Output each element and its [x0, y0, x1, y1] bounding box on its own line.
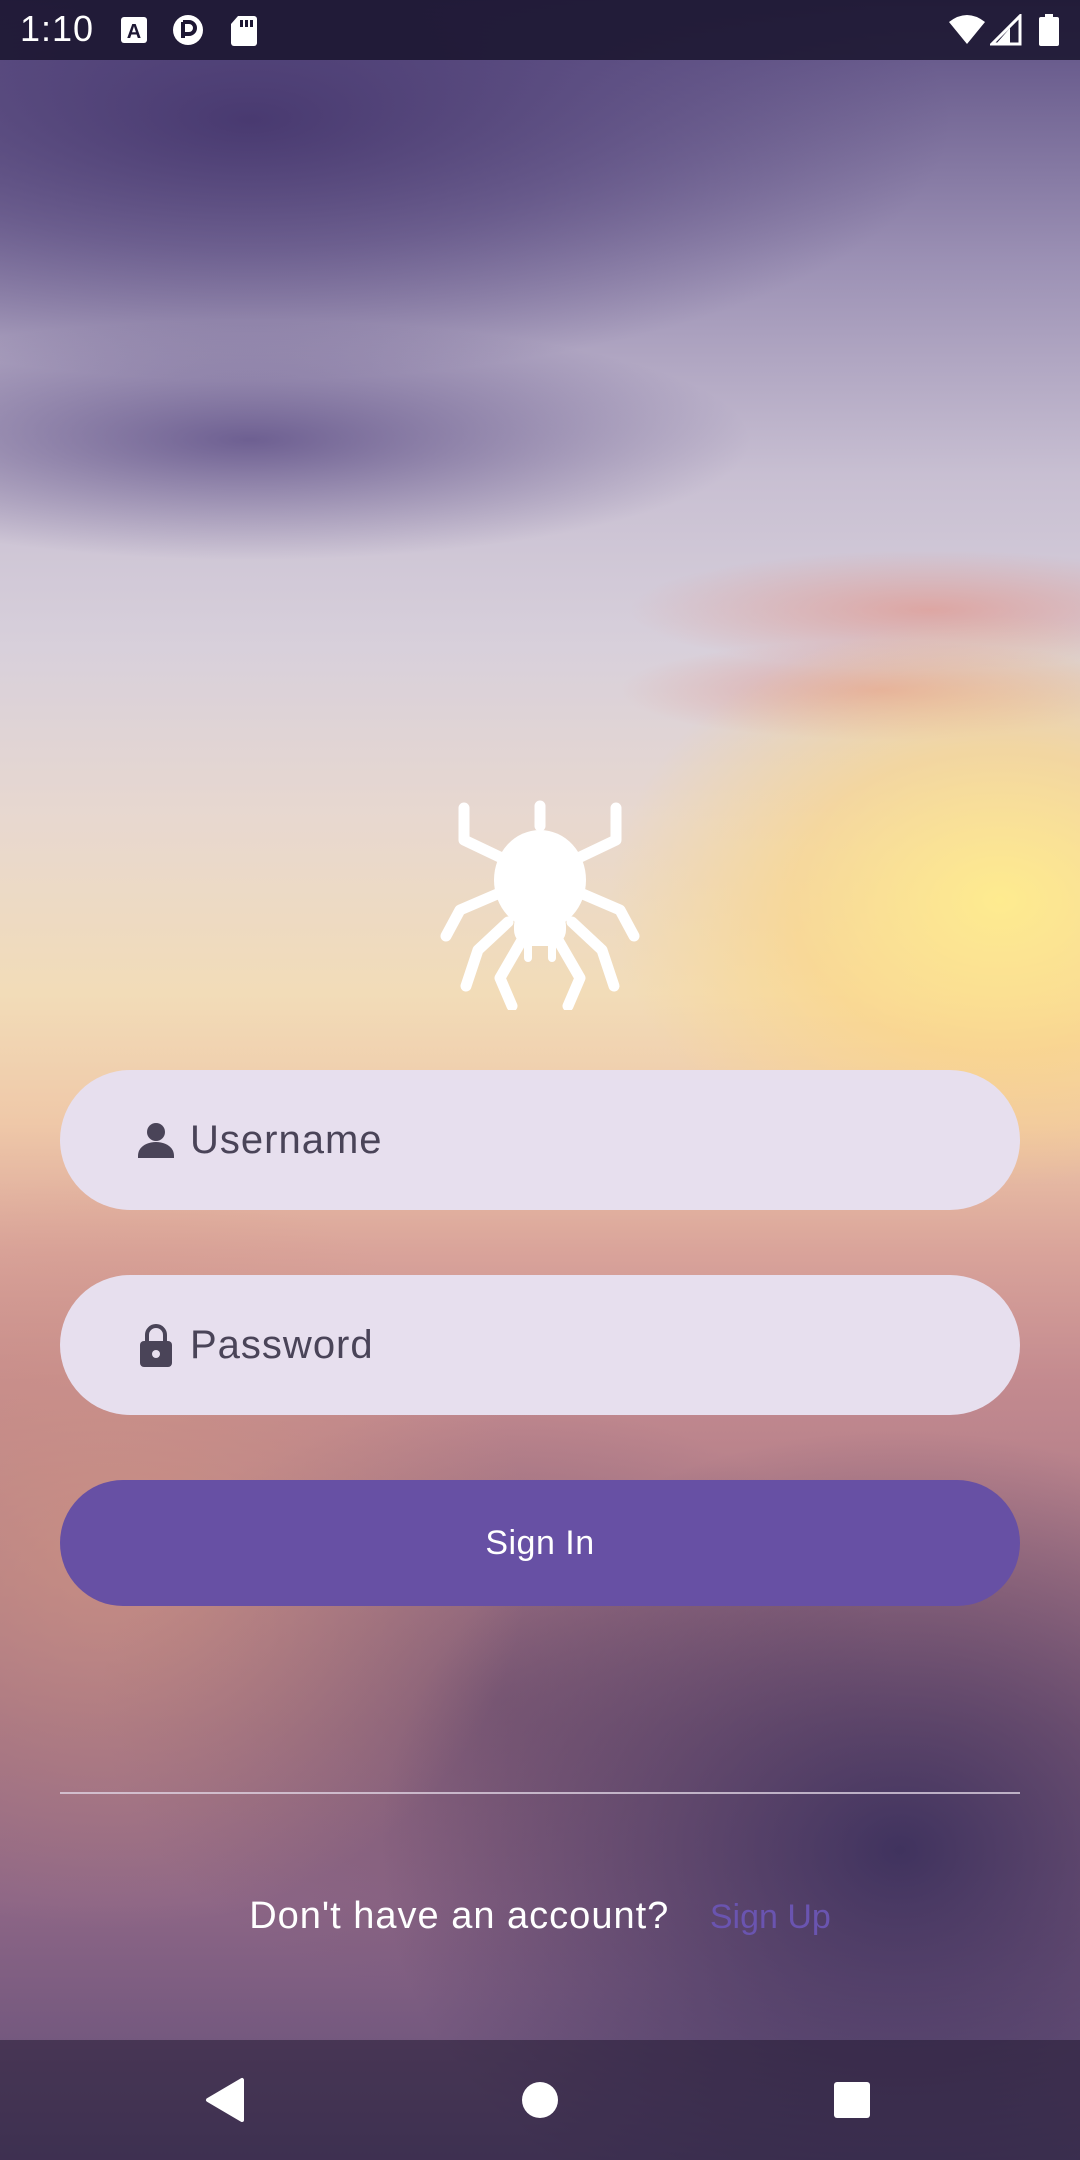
home-icon[interactable]	[510, 2070, 570, 2130]
sd-card-icon	[231, 16, 257, 46]
username-field[interactable]: Username	[60, 1070, 1020, 1210]
signup-prompt: Don't have an account?	[249, 1895, 670, 1937]
person-icon	[138, 1123, 174, 1158]
pocket-icon	[173, 15, 203, 45]
sign-up-link[interactable]: Sign Up	[710, 1898, 831, 1936]
recents-icon[interactable]	[822, 2070, 882, 2130]
svg-text:A: A	[127, 21, 141, 43]
battery-icon	[1039, 14, 1059, 46]
back-icon[interactable]	[196, 2070, 256, 2130]
text-a-icon: A	[121, 17, 147, 43]
password-placeholder: Password	[190, 1323, 374, 1367]
signup-row: Don't have an account? Sign Up	[0, 1895, 1080, 1938]
cell-signal-icon	[990, 14, 1022, 46]
login-screen: 1:10 A Username Password Sign In Don't h…	[0, 0, 1080, 2160]
navigation-bar	[0, 2040, 1080, 2160]
lock-icon	[140, 1324, 172, 1367]
wifi-icon	[949, 15, 985, 44]
username-placeholder: Username	[190, 1118, 383, 1162]
spider-icon	[440, 800, 640, 1010]
password-field[interactable]: Password	[60, 1275, 1020, 1415]
status-time: 1:10	[20, 8, 95, 49]
sign-in-button[interactable]: Sign In	[60, 1480, 1020, 1606]
status-bar: 1:10 A	[0, 0, 1080, 60]
divider	[60, 1792, 1020, 1794]
